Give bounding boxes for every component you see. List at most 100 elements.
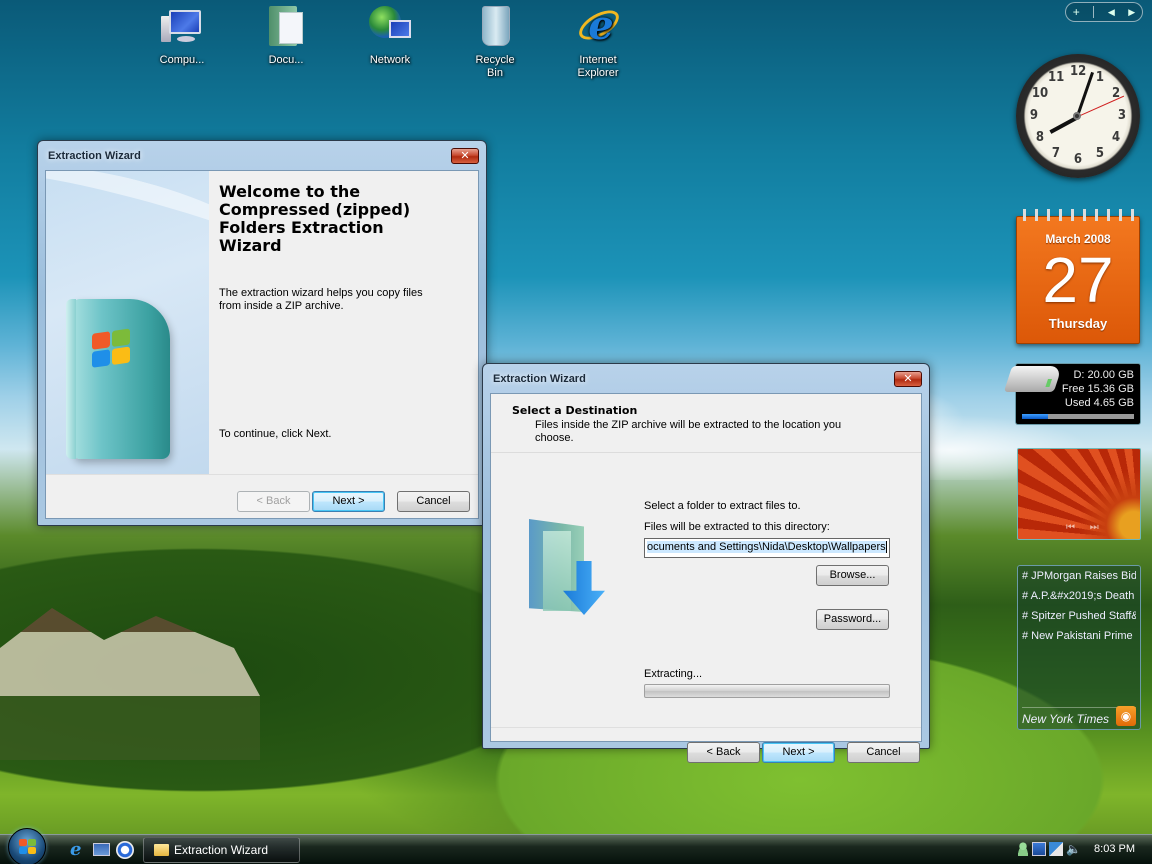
desktop-icon-label: Compu...: [159, 54, 205, 66]
extract-folder-icon: [529, 519, 605, 615]
window-title: Extraction Wizard: [48, 149, 141, 162]
window-client: Select a Destination Files inside the ZI…: [490, 393, 922, 763]
calendar-gadget[interactable]: March 2008 27 Thursday: [1016, 209, 1141, 344]
documents-icon: [263, 4, 309, 50]
slideshow-controls[interactable]: ⏮ ⏭: [1066, 522, 1105, 533]
back-button[interactable]: < Back: [687, 742, 760, 763]
wizard-main-panel: Welcome to the Compressed (zipped) Folde…: [209, 171, 478, 474]
password-button[interactable]: Password...: [816, 609, 889, 630]
quick-launch-internet-explorer-icon[interactable]: e: [70, 841, 88, 859]
wizard-heading: Welcome to the Compressed (zipped) Folde…: [219, 182, 411, 255]
browse-button[interactable]: Browse...: [816, 565, 889, 586]
desktop-icon-label: Docu...: [268, 54, 304, 66]
destination-path-value: ocuments and Settings\Nida\Desktop\Wallp…: [647, 541, 886, 553]
cancel-button[interactable]: Cancel: [397, 491, 470, 512]
wizard-description: The extraction wizard helps you copy fil…: [219, 287, 423, 312]
clock-numeral: 6: [1073, 152, 1083, 167]
add-gadget-button[interactable]: +: [1073, 5, 1080, 19]
slideshow-gadget[interactable]: ⏮ ⏭: [1017, 448, 1141, 540]
drive-used: Used 4.65 GB: [1064, 397, 1134, 409]
close-button[interactable]: ✕: [451, 147, 479, 164]
title-bar[interactable]: Extraction Wizard ✕: [45, 141, 479, 170]
desktop-icon-network[interactable]: Network: [350, 4, 430, 67]
desktop-icon-recycle-bin[interactable]: Recycle Bin: [455, 4, 535, 80]
previous-page-button[interactable]: ◀: [1108, 7, 1115, 18]
extraction-wizard-welcome-window: Extraction Wizard ✕ Welcome to the Compr…: [37, 140, 487, 526]
clock-center: [1073, 112, 1081, 120]
title-bar[interactable]: Extraction Wizard ✕: [490, 364, 922, 393]
folder-icon: [154, 844, 169, 856]
network-icon: [367, 4, 413, 50]
feed-item[interactable]: # Spitzer Pushed Staff&#x2019;s Effort t…: [1022, 609, 1136, 623]
wizard-header: Select a Destination Files inside the ZI…: [491, 394, 921, 453]
next-page-button[interactable]: ▶: [1128, 7, 1135, 18]
calendar-day: 27: [1042, 244, 1114, 316]
network-status-icon[interactable]: [1032, 842, 1046, 856]
window-client: Welcome to the Compressed (zipped) Folde…: [45, 170, 479, 519]
desktop-icon-label: Internet Explorer: [577, 54, 619, 79]
windows-flag-icon: [92, 328, 132, 370]
clock-numeral: 10: [1031, 86, 1049, 101]
directory-label: Files will be extracted to this director…: [644, 521, 830, 533]
destination-path-input[interactable]: ocuments and Settings\Nida\Desktop\Wallp…: [644, 538, 890, 558]
clock-numeral: 3: [1117, 108, 1127, 123]
divider: [46, 474, 478, 475]
feed-source-label: New York Times: [1022, 712, 1110, 726]
clock-numeral: 12: [1070, 64, 1087, 79]
separator: [1093, 6, 1095, 18]
desktop-icon-documents[interactable]: Docu...: [246, 4, 326, 67]
feed-item[interactable]: # JPMorgan Raises Bid for Bear Stearns t…: [1022, 569, 1136, 583]
drive-usage-meter: [1022, 414, 1134, 419]
extraction-wizard-destination-window: Extraction Wizard ✕ Select a Destination…: [482, 363, 930, 763]
feed-item[interactable]: # New Pakistani Prime Minister Elected: [1022, 629, 1136, 643]
wizard-heading: Select a Destination: [512, 404, 638, 417]
close-button[interactable]: ✕: [894, 370, 922, 387]
desktop-icon-internet-explorer[interactable]: e Internet Explorer: [558, 4, 638, 80]
feed-item[interactable]: # A.P.&#x2019;s Death Toll for Iraq War …: [1022, 589, 1136, 603]
volume-icon[interactable]: 🔈: [1066, 842, 1081, 856]
back-button[interactable]: < Back: [237, 491, 310, 512]
clock-gadget[interactable]: 11 10 9 8 7 6 5 4 3 2 1 12: [1016, 54, 1140, 178]
rss-icon[interactable]: ◉: [1116, 706, 1136, 726]
windows-product-box-icon: [66, 299, 170, 459]
select-folder-label: Select a folder to extract files to.: [644, 500, 801, 512]
internet-explorer-icon: e: [574, 4, 624, 50]
clock-numeral: 4: [1112, 130, 1121, 145]
sidebar-tray-icon[interactable]: [1049, 842, 1063, 856]
quick-launch-switch-windows-icon[interactable]: [116, 841, 134, 859]
start-button[interactable]: [8, 828, 46, 864]
next-button[interactable]: Next >: [312, 491, 385, 512]
taskbar-button-extraction-wizard[interactable]: Extraction Wizard: [143, 837, 300, 863]
wizard-side-banner: [46, 171, 209, 474]
sidebar-controls: + ◀ ▶: [1065, 2, 1143, 22]
feed-source[interactable]: New York Times ◉: [1022, 706, 1136, 726]
drive-meter-gadget[interactable]: D: 20.00 GB Free 15.36 GB Used 4.65 GB: [1003, 363, 1141, 425]
cancel-button[interactable]: Cancel: [847, 742, 920, 763]
taskbar: e Extraction Wizard 🔈 8:03 PM: [0, 828, 1152, 864]
next-button[interactable]: Next >: [762, 742, 835, 763]
clock-numeral: 11: [1048, 69, 1065, 85]
extracting-status: Extracting...: [644, 668, 703, 680]
recycle-bin-icon: [472, 4, 518, 50]
taskbar-button-label: Extraction Wizard: [174, 843, 269, 857]
window-title: Extraction Wizard: [493, 372, 586, 385]
desktop-icon-computer[interactable]: Compu...: [142, 4, 222, 67]
wizard-continue-text: To continue, click Next.: [219, 428, 332, 440]
extraction-progress-bar: [644, 684, 890, 698]
divider: [491, 727, 921, 728]
clock-numeral: 8: [1035, 130, 1044, 145]
desktop-icon-label: Recycle Bin: [475, 54, 515, 79]
clock-numeral: 1: [1095, 69, 1105, 85]
hard-drive-icon: [1003, 366, 1063, 392]
taskbar-clock[interactable]: 8:03 PM: [1094, 843, 1135, 855]
computer-icon: [159, 4, 205, 50]
clock-numeral: 5: [1095, 146, 1105, 162]
desktop-icon-label: Network: [369, 54, 411, 66]
wizard-subheading: Files inside the ZIP archive will be ext…: [535, 419, 842, 444]
calendar-rings: [1017, 209, 1141, 221]
clock-numeral: 7: [1051, 146, 1061, 162]
messenger-icon[interactable]: [1016, 842, 1030, 856]
feed-headlines-gadget: # JPMorgan Raises Bid for Bear Stearns t…: [1017, 565, 1141, 730]
quick-launch-show-desktop-icon[interactable]: [93, 843, 110, 856]
clock-numeral: 9: [1029, 108, 1039, 123]
